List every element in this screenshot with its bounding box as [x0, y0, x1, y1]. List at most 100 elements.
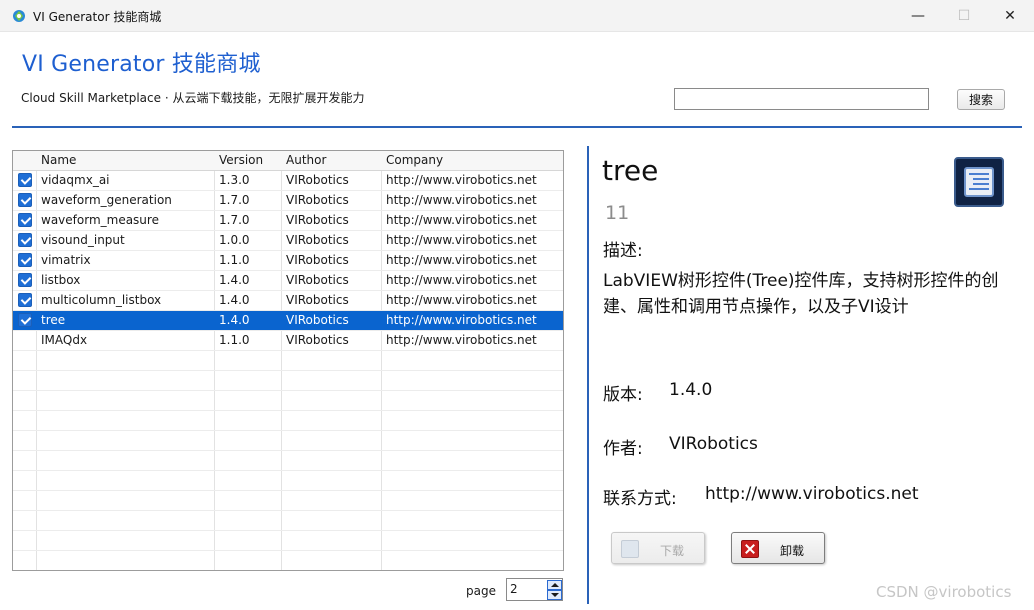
row-company: http://www.virobotics.net [386, 193, 537, 207]
page-value[interactable]: 2 [510, 582, 518, 596]
table-row-empty [13, 431, 563, 451]
author-value: VIRobotics [669, 434, 758, 454]
row-version: 1.1.0 [219, 333, 250, 347]
row-author: VIRobotics [286, 313, 349, 327]
app-subtitle: Cloud Skill Marketplace · 从云端下载技能，无限扩展开发… [21, 91, 365, 105]
row-checkbox[interactable] [18, 313, 32, 327]
table-row-empty [13, 551, 563, 570]
row-name: listbox [41, 273, 81, 287]
table-header: Name Version Author Company [13, 151, 563, 171]
row-checkbox[interactable] [18, 253, 32, 267]
row-company: http://www.virobotics.net [386, 313, 537, 327]
close-button[interactable]: ✕ [987, 0, 1033, 32]
search-button[interactable]: 搜索 [957, 89, 1005, 110]
table-row[interactable]: vidaqmx_ai 1.3.0 VIRobotics http://www.viro… [13, 171, 563, 191]
row-company: http://www.virobotics.net [386, 273, 537, 287]
page-increment-button[interactable] [547, 580, 562, 590]
page-label: page [466, 584, 496, 598]
table-row[interactable]: listbox 1.4.0 VIRobotics http://www.virobot… [13, 271, 563, 291]
row-version: 1.0.0 [219, 233, 250, 247]
table-row[interactable]: multicolumn_listbox 1.4.0 VIRobotics http:/… [13, 291, 563, 311]
row-checkbox[interactable] [18, 233, 32, 247]
row-author: VIRobotics [286, 273, 349, 287]
row-company: http://www.virobotics.net [386, 253, 537, 267]
table-row-empty [13, 391, 563, 411]
author-label: 作者: [603, 439, 643, 459]
table-row-empty [13, 471, 563, 491]
row-version: 1.4.0 [219, 273, 250, 287]
page-stepper[interactable]: 2 [506, 578, 563, 601]
row-company: http://www.virobotics.net [386, 213, 537, 227]
row-name: waveform_measure [41, 213, 159, 227]
uninstall-button-label: 卸载 [780, 544, 805, 558]
table-row[interactable]: waveform_measure 1.7.0 VIRobotics http://ww… [13, 211, 563, 231]
row-checkbox[interactable] [18, 293, 32, 307]
watermark: CSDN @virobotics [876, 583, 1012, 601]
row-author: VIRobotics [286, 193, 349, 207]
uninstall-x-icon [741, 540, 759, 558]
tree-control-icon [954, 157, 1004, 207]
row-name: vimatrix [41, 253, 91, 267]
detail-title: tree [602, 154, 659, 187]
row-name: waveform_generation [41, 193, 172, 207]
row-name: visound_input [41, 233, 125, 247]
row-author: VIRobotics [286, 293, 349, 307]
app-icon [13, 10, 25, 22]
column-header-company[interactable]: Company [386, 153, 443, 167]
table-row[interactable]: IMAQdx 1.1.0 VIRobotics http://www.viroboti… [13, 331, 563, 351]
row-author: VIRobotics [286, 213, 349, 227]
row-checkbox[interactable] [18, 273, 32, 287]
row-version: 1.7.0 [219, 213, 250, 227]
download-button-label: 下载 [660, 544, 685, 558]
column-header-version[interactable]: Version [219, 153, 263, 167]
row-company: http://www.virobotics.net [386, 233, 537, 247]
download-icon [621, 540, 639, 558]
description-text: LabVIEW树形控件(Tree)控件库，支持树形控件的创建、属性和调用节点操作… [603, 271, 999, 317]
row-company: http://www.virobotics.net [386, 173, 537, 187]
row-name: IMAQdx [41, 333, 88, 347]
table-row[interactable]: waveform_generation 1.7.0 VIRobotics http:/… [13, 191, 563, 211]
row-company: http://www.virobotics.net [386, 293, 537, 307]
row-author: VIRobotics [286, 253, 349, 267]
table-row-empty [13, 531, 563, 551]
row-name: vidaqmx_ai [41, 173, 110, 187]
table-row[interactable]: visound_input 1.0.0 VIRobotics http://www.v… [13, 231, 563, 251]
table-row-empty [13, 411, 563, 431]
page-decrement-button[interactable] [547, 590, 562, 600]
column-header-name[interactable]: Name [41, 153, 76, 167]
contact-label: 联系方式: [603, 489, 677, 509]
app-title: VI Generator 技能商城 [22, 52, 261, 77]
row-checkbox[interactable] [18, 173, 32, 187]
row-version: 1.4.0 [219, 293, 250, 307]
contact-value: http://www.virobotics.net [705, 484, 919, 504]
download-button[interactable]: 下载 [611, 532, 705, 564]
description-label: 描述: [603, 241, 643, 261]
row-name: multicolumn_listbox [41, 293, 162, 307]
row-version: 1.4.0 [219, 313, 250, 327]
row-version: 1.3.0 [219, 173, 250, 187]
uninstall-button[interactable]: 卸载 [731, 532, 825, 564]
row-checkbox[interactable] [18, 213, 32, 227]
table-row[interactable]: vimatrix 1.1.0 VIRobotics http://www.virobo… [13, 251, 563, 271]
row-author: VIRobotics [286, 233, 349, 247]
detail-count: 11 [605, 202, 630, 224]
title-bar: VI Generator 技能商城 — ☐ ✕ [0, 0, 1034, 32]
row-version: 1.1.0 [219, 253, 250, 267]
table-row-empty [13, 451, 563, 471]
row-author: VIRobotics [286, 333, 349, 347]
row-author: VIRobotics [286, 173, 349, 187]
skills-table[interactable]: Name Version Author Company vidaqmx_ai 1.… [12, 150, 564, 571]
minimize-button[interactable]: — [895, 0, 941, 32]
table-row-empty [13, 351, 563, 371]
table-row-empty [13, 511, 563, 531]
table-row-empty [13, 491, 563, 511]
column-header-author[interactable]: Author [286, 153, 326, 167]
version-value: 1.4.0 [669, 380, 713, 400]
search-input[interactable] [674, 88, 929, 110]
maximize-button[interactable]: ☐ [941, 0, 987, 32]
window-title: VI Generator 技能商城 [33, 10, 162, 24]
table-row[interactable]: tree 1.4.0 VIRobotics http://www.virobotics… [13, 311, 563, 331]
row-company: http://www.virobotics.net [386, 333, 537, 347]
row-checkbox[interactable] [18, 193, 32, 207]
version-label: 版本: [603, 385, 643, 405]
